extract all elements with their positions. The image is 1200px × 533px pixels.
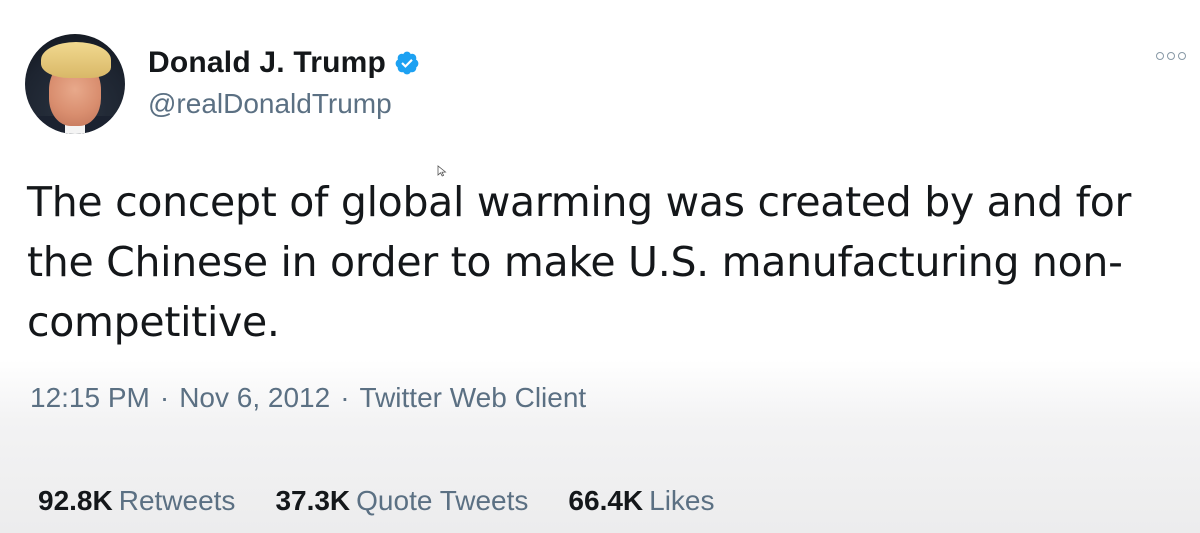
stat-retweets[interactable]: 92.8K Retweets [38, 485, 235, 517]
author-display-name[interactable]: Donald J. Trump [148, 46, 386, 80]
tweet-time[interactable]: 12:15 PM [30, 382, 150, 414]
quote-tweets-label: Quote Tweets [356, 485, 529, 516]
more-dot [1167, 52, 1175, 60]
stat-quote-tweets[interactable]: 37.3K Quote Tweets [275, 485, 528, 517]
retweets-count: 92.8K [38, 485, 113, 516]
tweet-card: Donald J. Trump @realDonaldTrump The con… [0, 0, 1200, 533]
meta-separator: · [159, 382, 170, 413]
stat-likes[interactable]: 66.4K Likes [568, 485, 714, 517]
author-handle[interactable]: @realDonaldTrump [148, 88, 392, 120]
tweet-source[interactable]: Twitter Web Client [360, 382, 587, 414]
more-dot [1178, 52, 1186, 60]
tweet-stats: 92.8K Retweets 37.3K Quote Tweets 66.4K Lik… [38, 485, 715, 517]
avatar[interactable] [25, 34, 125, 134]
tweet-date[interactable]: Nov 6, 2012 [179, 382, 330, 414]
avatar-hair [41, 42, 111, 78]
likes-count: 66.4K [568, 485, 644, 516]
meta-separator: · [340, 382, 350, 413]
more-dot [1156, 52, 1164, 60]
retweets-label: Retweets [118, 485, 236, 516]
quote-tweets-count: 37.3K [275, 485, 351, 516]
more-options-icon[interactable] [1156, 52, 1186, 60]
tweet-text: The concept of global warming was create… [27, 178, 1132, 346]
tweet-metadata: 12:15 PM · Nov 6, 2012 · Twitter Web Cli… [30, 382, 586, 414]
author-name-row: Donald J. Trump [148, 46, 420, 80]
verified-badge-icon [395, 51, 419, 75]
likes-label: Likes [649, 485, 715, 516]
